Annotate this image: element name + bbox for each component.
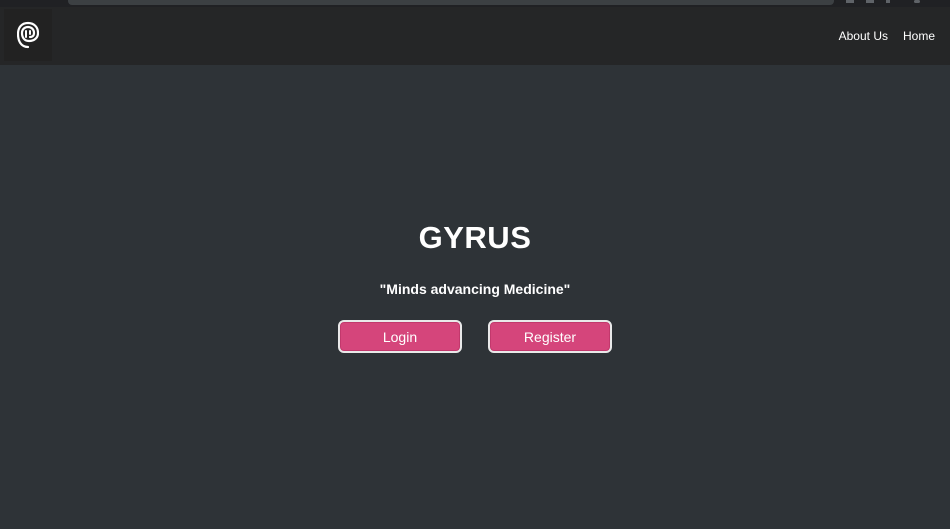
browser-chrome-strip <box>0 0 950 7</box>
tagline: "Minds advancing Medicine" <box>379 281 571 297</box>
browser-control-icon[interactable] <box>886 0 890 3</box>
browser-control-icon[interactable] <box>914 0 920 3</box>
nav-link-about-us[interactable]: About Us <box>839 29 888 43</box>
browser-address-bar[interactable] <box>68 0 834 5</box>
nav-link-home[interactable]: Home <box>903 29 935 43</box>
register-button[interactable]: Register <box>488 320 612 353</box>
browser-control-icon[interactable] <box>866 0 874 3</box>
browser-control-icon[interactable] <box>846 0 854 3</box>
brain-spiral-logo-icon <box>17 21 39 49</box>
logo[interactable] <box>4 9 52 61</box>
page-title: GYRUS <box>418 220 532 255</box>
nav-links: About Us Home <box>839 7 935 65</box>
login-button[interactable]: Login <box>338 320 462 353</box>
top-navbar: About Us Home <box>0 7 950 65</box>
